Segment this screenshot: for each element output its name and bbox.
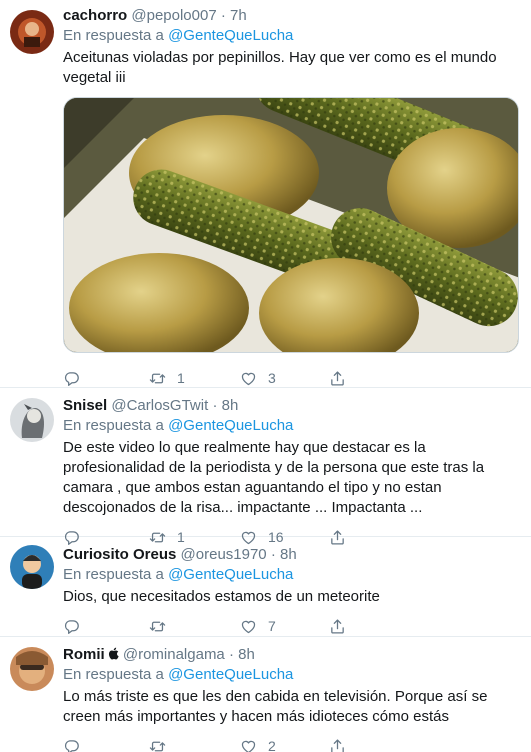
- display-name[interactable]: Snisel: [63, 397, 107, 414]
- timestamp[interactable]: 7h: [230, 7, 247, 24]
- retweet-count: 1: [177, 370, 185, 386]
- user-handle[interactable]: @rominalgama: [123, 646, 225, 663]
- tweet-header: Snisel @CarlosGTwit · 8h: [63, 396, 519, 416]
- share-button[interactable]: [329, 368, 346, 388]
- timestamp[interactable]: 8h: [222, 397, 239, 414]
- separator-dot: ·: [270, 546, 276, 563]
- retweet-icon: [149, 370, 166, 387]
- reply-button[interactable]: [63, 368, 91, 388]
- reply-button[interactable]: [63, 736, 91, 752]
- reply-icon: [63, 618, 80, 635]
- user-handle[interactable]: @pepolo007: [131, 7, 216, 24]
- reply-prefix: En respuesta a: [63, 566, 164, 583]
- tweet[interactable]: Snisel @CarlosGTwit · 8h En respuesta a …: [0, 388, 531, 545]
- user-handle[interactable]: @CarlosGTwit: [111, 397, 208, 414]
- retweet-button[interactable]: [149, 736, 177, 752]
- tweet-header: Romii @rominalgama · 8h: [63, 645, 519, 665]
- tweet[interactable]: cachorro @pepolo007 · 7h En respuesta a …: [0, 0, 531, 388]
- separator-dot: ·: [212, 397, 218, 414]
- like-count: 2: [268, 738, 276, 752]
- reply-mention-link[interactable]: @GenteQueLucha: [168, 27, 293, 44]
- tweet-actions: 2: [63, 736, 519, 752]
- tweet-image[interactable]: [63, 97, 519, 353]
- share-button[interactable]: [329, 616, 346, 636]
- retweet-icon: [149, 618, 166, 635]
- user-handle[interactable]: @oreus1970: [181, 546, 267, 563]
- tweet-text: Dios, que necesitados estamos de un mete…: [63, 588, 380, 605]
- separator-dot: ·: [220, 7, 226, 24]
- tweet-actions: 1 3: [63, 368, 519, 388]
- tweet-header: cachorro @pepolo007 · 7h: [63, 6, 519, 26]
- share-button[interactable]: [329, 736, 346, 752]
- timestamp[interactable]: 8h: [280, 546, 297, 563]
- reply-mention-link[interactable]: @GenteQueLucha: [168, 666, 293, 683]
- reply-icon: [63, 738, 80, 752]
- retweet-button[interactable]: 1: [149, 368, 185, 388]
- reply-context: En respuesta a @GenteQueLucha: [63, 665, 519, 685]
- tweet-actions: 7: [63, 616, 519, 636]
- reply-context: En respuesta a @GenteQueLucha: [63, 565, 519, 585]
- timestamp[interactable]: 8h: [238, 646, 255, 663]
- reply-mention-link[interactable]: @GenteQueLucha: [168, 566, 293, 583]
- like-count: 7: [268, 618, 276, 634]
- tweet-text: Aceitunas violadas por pepinillos. Hay q…: [63, 49, 497, 86]
- like-count: 3: [268, 370, 276, 386]
- like-button[interactable]: 2: [240, 736, 276, 752]
- avatar[interactable]: [10, 545, 54, 589]
- reply-context: En respuesta a @GenteQueLucha: [63, 26, 519, 46]
- share-icon: [329, 618, 346, 635]
- apple-icon: [108, 647, 119, 660]
- like-icon: [240, 370, 257, 387]
- reply-button[interactable]: [63, 616, 91, 636]
- olives-pickles-photo: [64, 98, 518, 352]
- avatar[interactable]: [10, 647, 54, 691]
- tweet[interactable]: Curiosito Oreus @oreus1970 · 8h En respu…: [0, 537, 531, 637]
- share-icon: [329, 370, 346, 387]
- display-name[interactable]: Curiosito Oreus: [63, 546, 176, 563]
- display-name[interactable]: cachorro: [63, 7, 127, 24]
- like-button[interactable]: 7: [240, 616, 276, 636]
- reply-prefix: En respuesta a: [63, 27, 164, 44]
- tweet-text: Lo más triste es que les den cabida en t…: [63, 688, 488, 725]
- like-icon: [240, 738, 257, 752]
- tweet-header: Curiosito Oreus @oreus1970 · 8h: [63, 545, 519, 565]
- separator-dot: ·: [228, 646, 234, 663]
- like-button[interactable]: 3: [240, 368, 276, 388]
- retweet-button[interactable]: [149, 616, 177, 636]
- tweet[interactable]: Romii @rominalgama · 8h En respuesta a @…: [0, 637, 531, 752]
- avatar[interactable]: [10, 398, 54, 442]
- like-icon: [240, 618, 257, 635]
- reply-prefix: En respuesta a: [63, 417, 164, 434]
- display-name[interactable]: Romii: [63, 646, 105, 663]
- share-icon: [329, 738, 346, 752]
- tweet-text: De este video lo que realmente hay que d…: [63, 439, 485, 516]
- reply-mention-link[interactable]: @GenteQueLucha: [168, 417, 293, 434]
- retweet-icon: [149, 738, 166, 752]
- avatar[interactable]: [10, 10, 54, 54]
- reply-context: En respuesta a @GenteQueLucha: [63, 416, 519, 436]
- reply-icon: [63, 370, 80, 387]
- reply-prefix: En respuesta a: [63, 666, 164, 683]
